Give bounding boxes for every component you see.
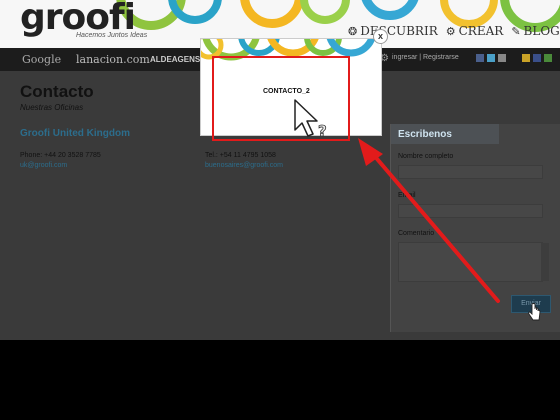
screen: groofi Hacemos Juntos Ideas ❂ DESCUBRIR … <box>0 0 560 420</box>
hand-cursor-icon <box>528 303 541 321</box>
annotation-arrow <box>358 138 500 303</box>
web-page: groofi Hacemos Juntos Ideas ❂ DESCUBRIR … <box>0 0 560 340</box>
